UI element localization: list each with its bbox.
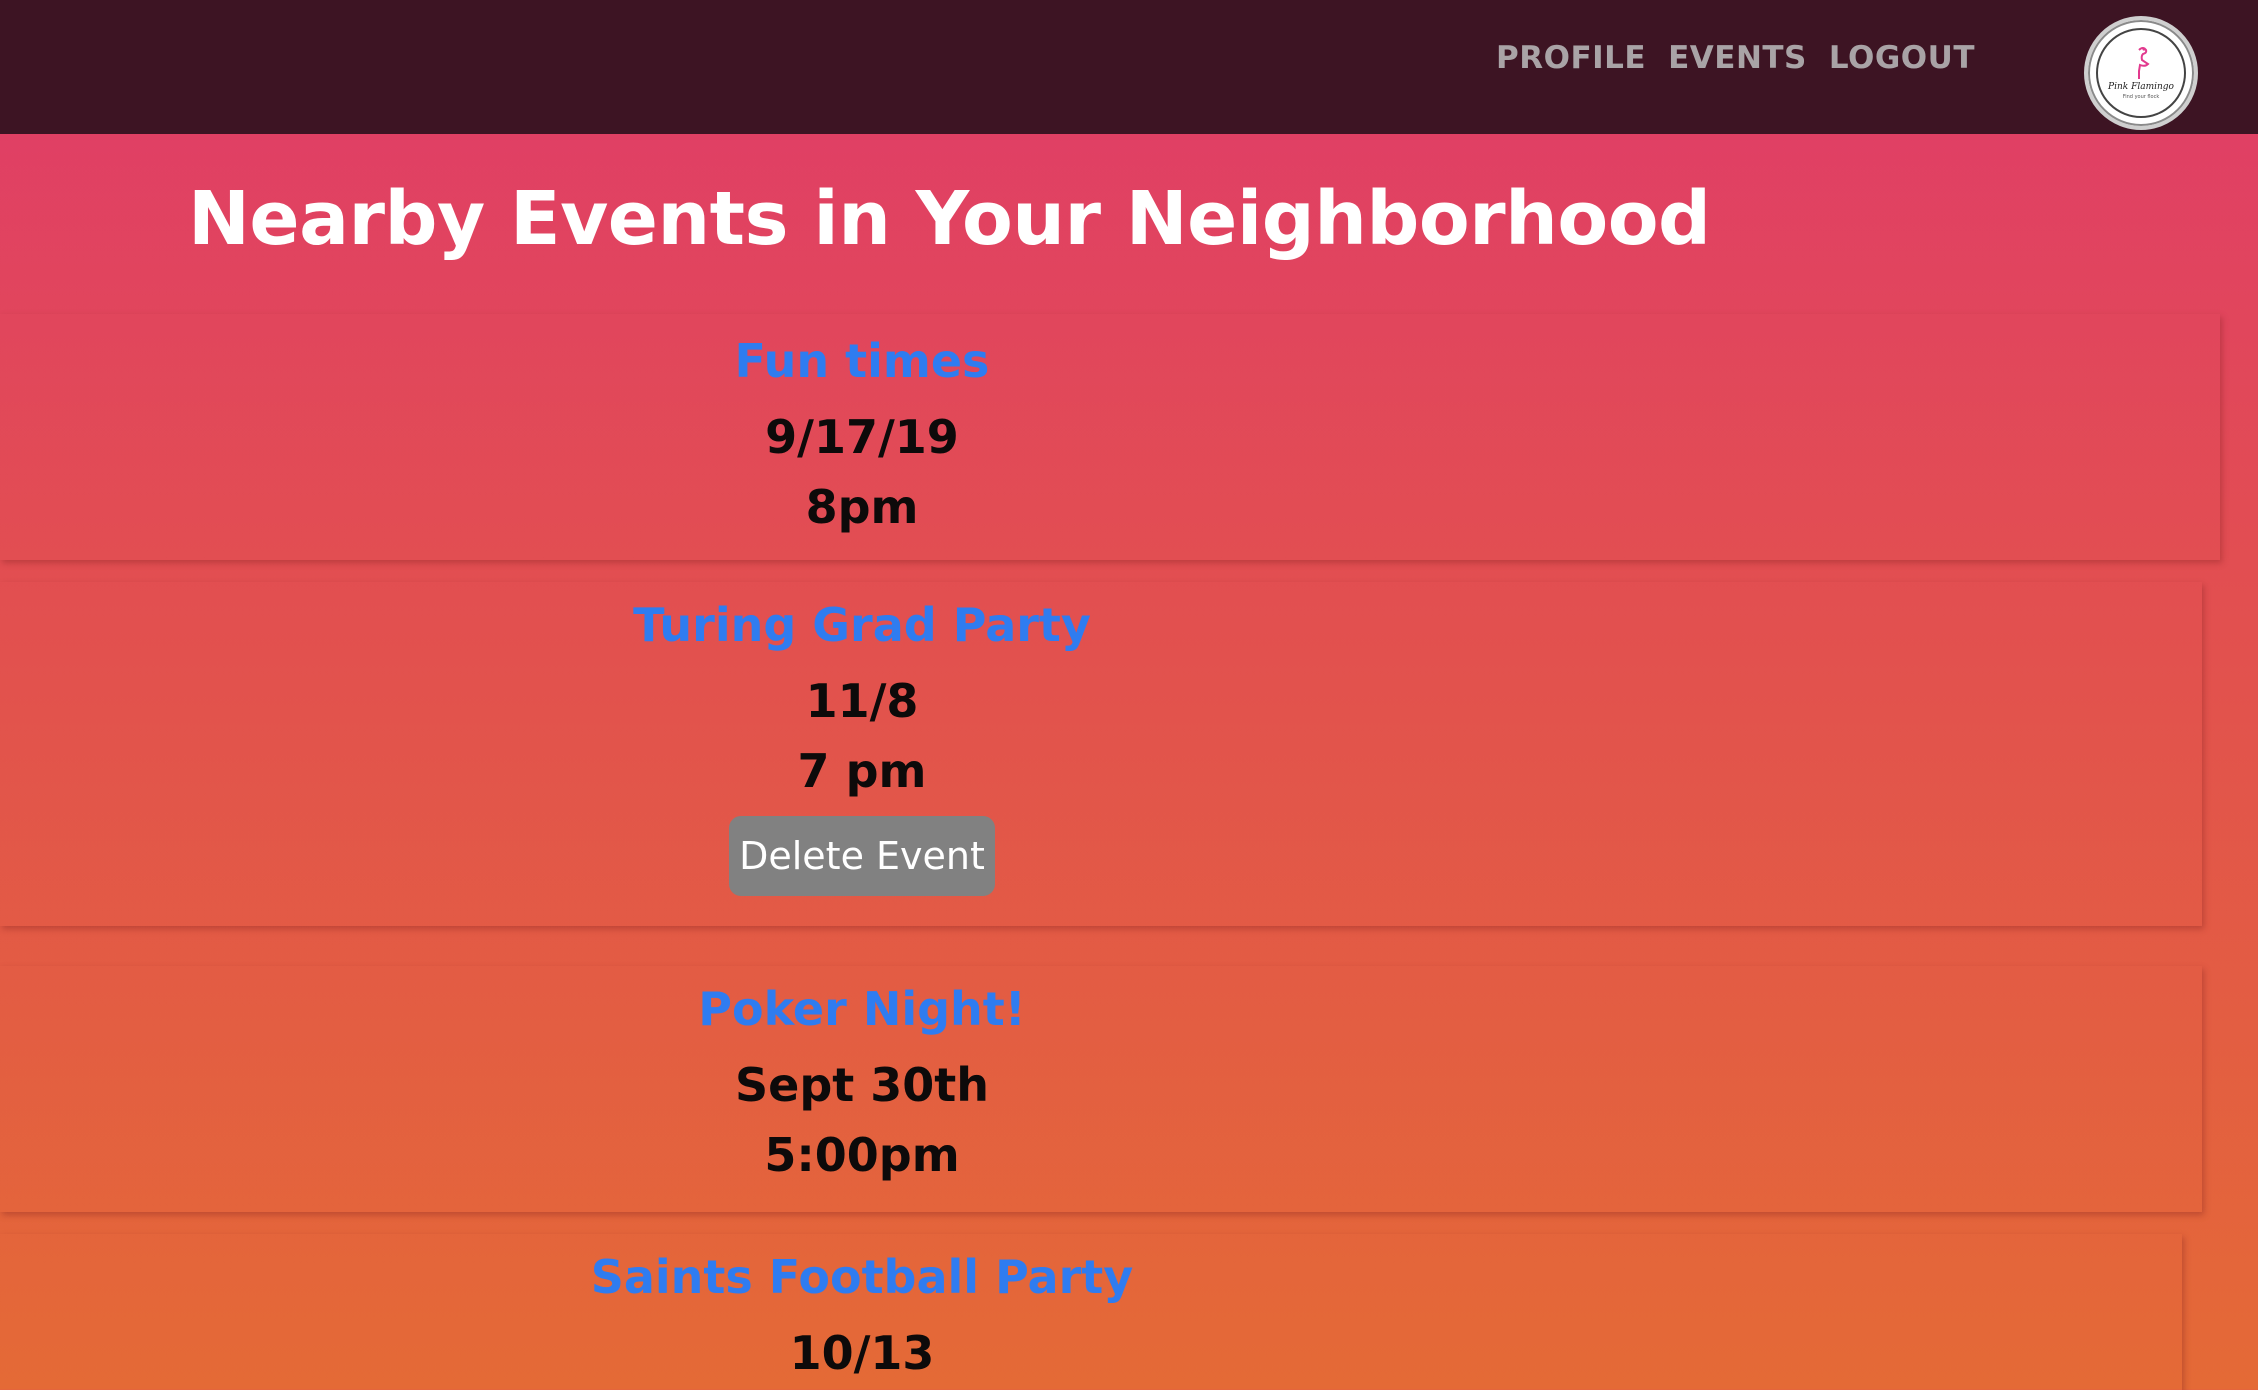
event-time: 8pm — [805, 480, 919, 534]
event-title[interactable]: Turing Grad Party — [0, 602, 1724, 648]
logo-subtext: Find your flock — [2122, 94, 2160, 100]
logo-ring: Pink Flamingo Find your flock — [2096, 28, 2186, 118]
event-date: 9/17/19 — [765, 410, 959, 464]
event-date: 10/13 — [789, 1326, 935, 1380]
event-card: Poker Night! Sept 30th 5:00pm — [0, 966, 2202, 1212]
event-card: Saints Football Party 10/13 — [0, 1234, 2182, 1390]
event-time: 7 pm — [797, 744, 927, 798]
nav-events-link[interactable]: EVENTS — [1668, 40, 1807, 76]
logo-text: Pink Flamingo — [2108, 82, 2174, 92]
event-time: 5:00pm — [764, 1128, 960, 1182]
nav-profile-link[interactable]: PROFILE — [1496, 40, 1646, 76]
event-title[interactable]: Saints Football Party — [0, 1254, 1724, 1300]
flamingo-icon — [2138, 47, 2150, 79]
event-card: Turing Grad Party 11/8 7 pm Delete Event — [0, 582, 2202, 926]
top-nav-bar: PROFILE EVENTS LOGOUT Pink Flamingo Find… — [0, 0, 2258, 134]
delete-event-button[interactable]: Delete Event — [729, 816, 995, 896]
nav-links: PROFILE EVENTS LOGOUT — [1496, 40, 1975, 76]
event-card: Fun times 9/17/19 8pm — [0, 314, 2220, 560]
event-date: Sept 30th — [734, 1058, 989, 1112]
event-date: 11/8 — [805, 674, 919, 728]
event-title[interactable]: Fun times — [0, 338, 1724, 384]
page-title: Nearby Events in Your Neighborhood — [188, 176, 1711, 262]
logo[interactable]: Pink Flamingo Find your flock — [2084, 16, 2198, 130]
nav-logout-link[interactable]: LOGOUT — [1829, 40, 1975, 76]
event-title[interactable]: Poker Night! — [0, 986, 1724, 1032]
